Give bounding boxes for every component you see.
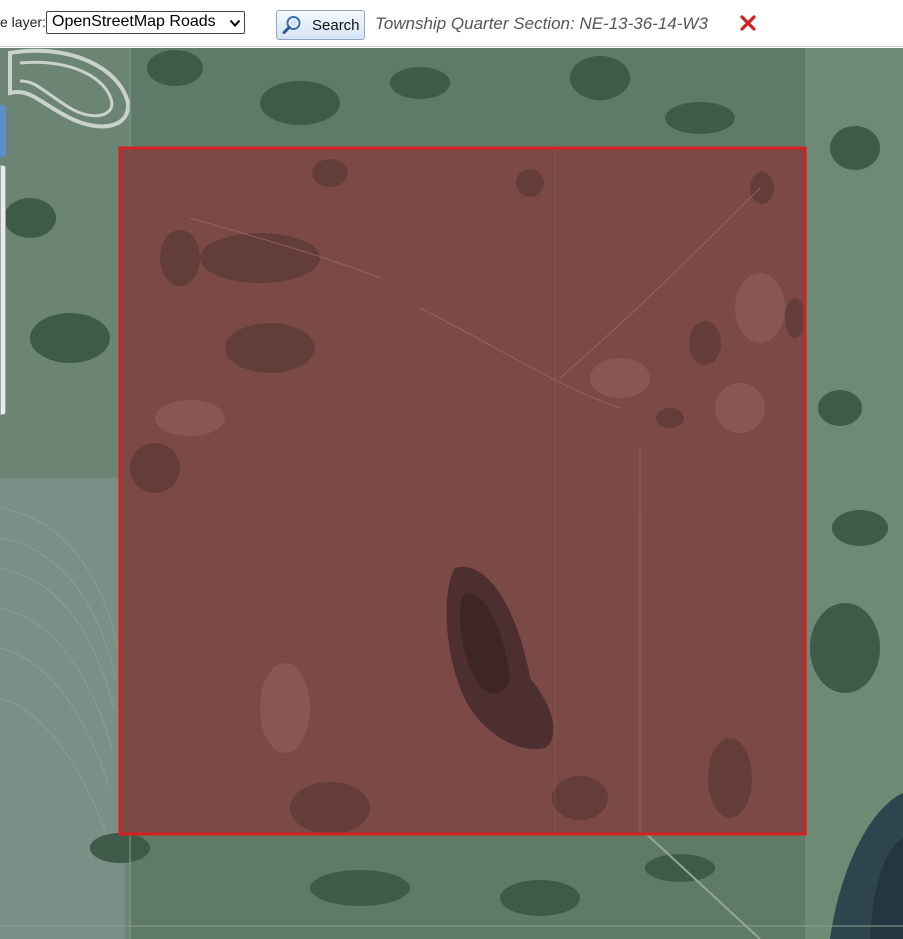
layer-select-value: OpenStreetMap Roads (52, 13, 216, 30)
magnifier-icon (282, 16, 301, 34)
close-icon[interactable] (739, 14, 757, 32)
map-view[interactable] (0, 48, 903, 939)
quarter-section-polygon (118, 146, 807, 836)
search-button[interactable]: Search (276, 10, 365, 40)
satellite-imagery (0, 48, 903, 939)
toolbar: e layer: OpenStreetMap Roads Search Town… (0, 0, 903, 47)
layer-label: e layer: (0, 14, 46, 30)
section-result-text: Township Quarter Section: NE-13-36-14-W3 (375, 14, 708, 33)
layer-select[interactable]: OpenStreetMap Roads (46, 11, 245, 34)
search-button-label: Search (312, 17, 360, 34)
zoom-slider[interactable] (0, 165, 6, 415)
chevron-down-icon (229, 19, 241, 27)
zoom-control-top[interactable] (0, 105, 6, 157)
